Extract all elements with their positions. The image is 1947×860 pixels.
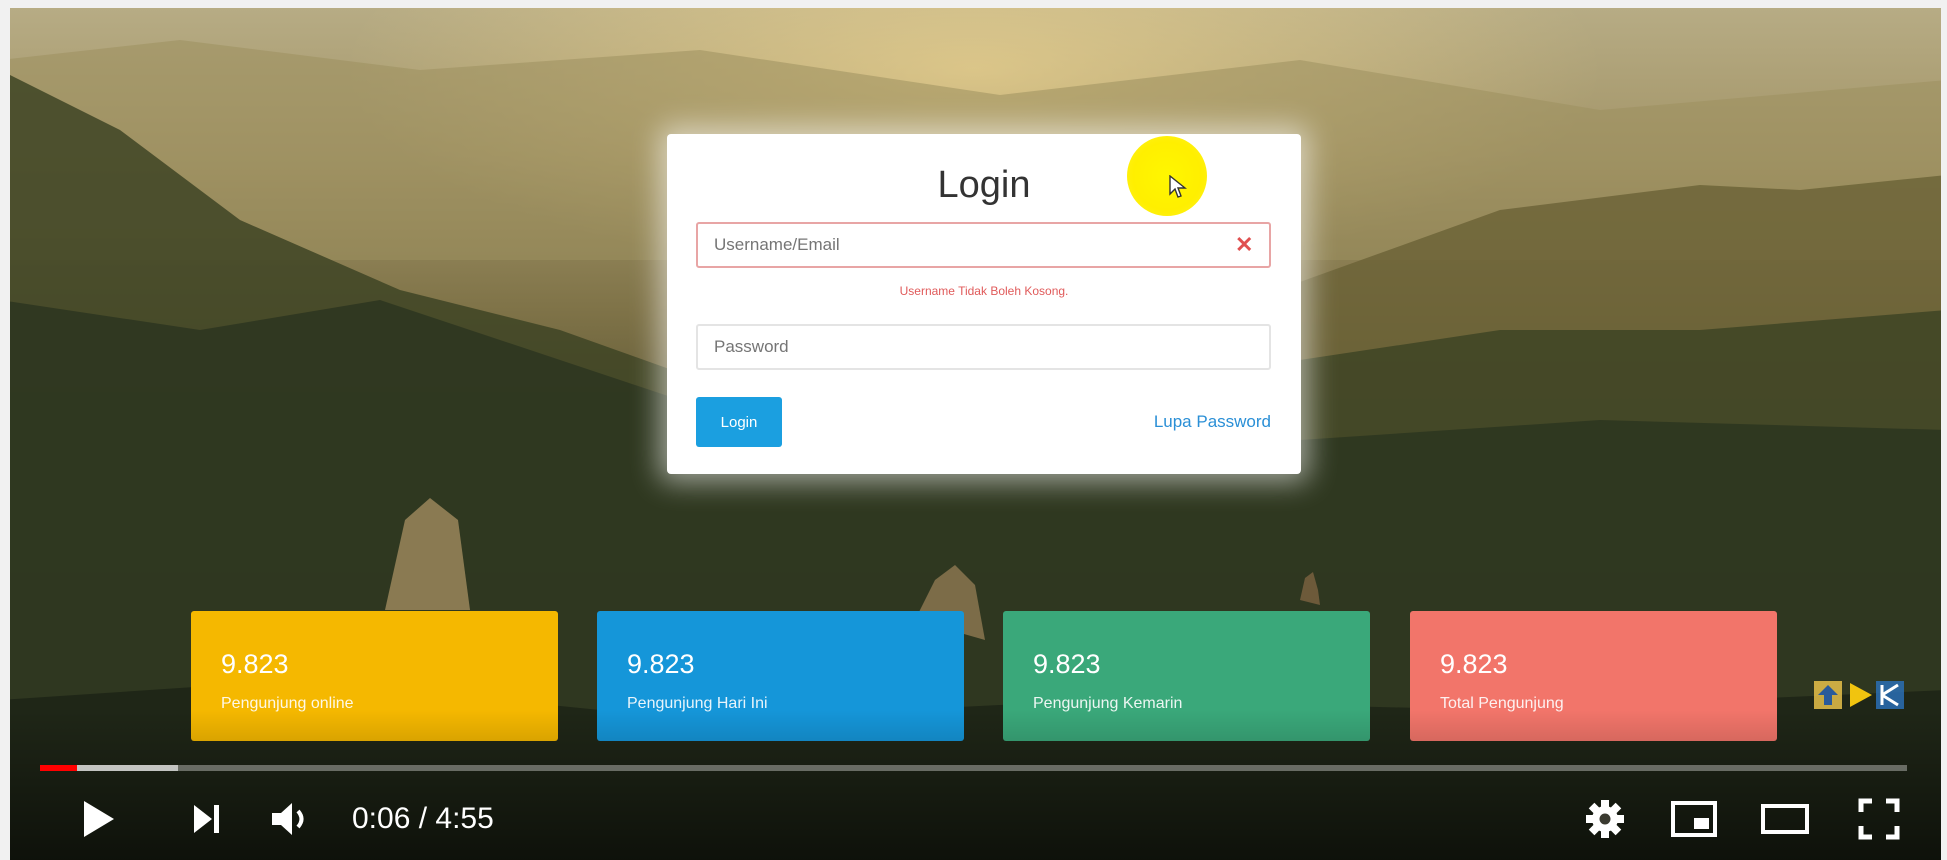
play-icon [84, 801, 114, 837]
stat-value: 9.823 [221, 649, 289, 679]
stat-value: 9.823 [627, 649, 695, 679]
login-button[interactable]: Login [696, 397, 782, 447]
progress-bar[interactable] [40, 765, 1907, 771]
fullscreen-button[interactable] [1850, 793, 1908, 845]
cursor-icon [1169, 175, 1187, 198]
miniplayer-icon [1671, 801, 1717, 837]
video-frame[interactable]: Login ✕ Username Tidak Boleh Kosong. Log… [0, 0, 1947, 860]
stat-value: 9.823 [1440, 649, 1508, 679]
next-icon [194, 805, 219, 833]
fullscreen-icon [1858, 798, 1900, 840]
miniplayer-button[interactable] [1665, 793, 1723, 845]
cursor-highlight [1127, 136, 1207, 216]
next-button[interactable] [180, 793, 232, 845]
progress-played [40, 765, 78, 771]
stat-value: 9.823 [1033, 649, 1101, 679]
time-display: 0:06 / 4:55 [352, 802, 494, 835]
volume-icon [272, 803, 304, 835]
theater-icon [1761, 804, 1809, 834]
clear-icon[interactable]: ✕ [1235, 232, 1253, 258]
theater-mode-button[interactable] [1756, 793, 1814, 845]
settings-icon [1586, 800, 1624, 838]
settings-button[interactable] [1577, 793, 1633, 845]
password-input[interactable] [696, 324, 1271, 370]
username-input[interactable] [696, 222, 1271, 268]
play-button[interactable] [72, 793, 124, 845]
username-error-message: Username Tidak Boleh Kosong. [899, 284, 1069, 298]
forgot-password-link[interactable]: Lupa Password [1154, 412, 1271, 432]
volume-button[interactable] [260, 793, 320, 845]
